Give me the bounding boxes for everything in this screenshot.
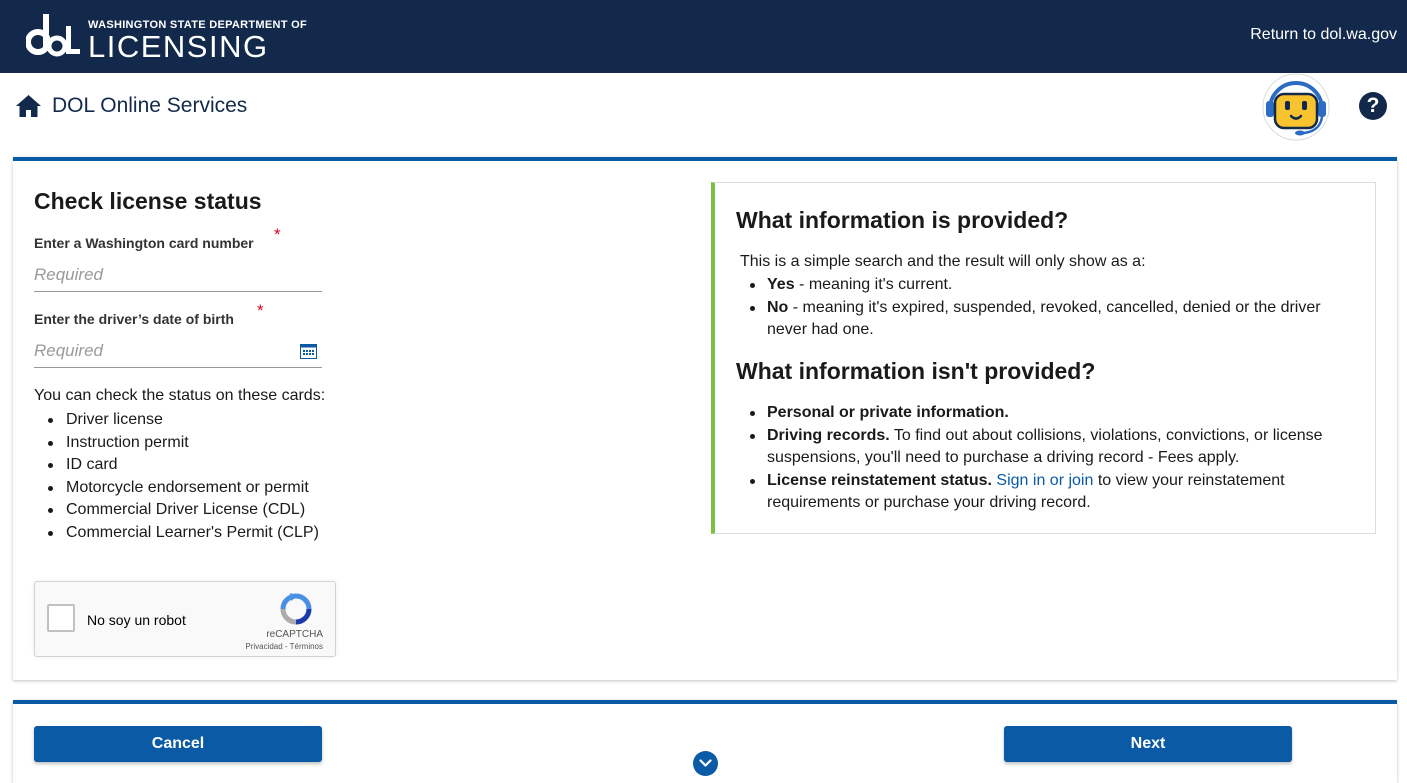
return-to-dol-link[interactable]: Return to dol.wa.gov [1250, 26, 1397, 44]
not-provided-heading: What information isn't provided? [736, 358, 1096, 384]
list-item: Commercial Learner's Permit (CLP) [48, 522, 319, 545]
info-panel: What information is provided? This is a … [711, 182, 1376, 534]
required-asterisk: * [257, 301, 264, 320]
item-bold: No [767, 298, 789, 316]
recaptcha-brand: reCAPTCHA [266, 629, 323, 640]
recaptcha-widget: No soy un robot reCAPTCHA Privacidad - T… [34, 581, 336, 657]
item-text: - meaning it's expired, suspended, revok… [767, 298, 1321, 339]
cards-list: Driver license Instruction permit ID car… [48, 409, 319, 545]
recaptcha-label: No soy un robot [87, 612, 186, 628]
card-number-input[interactable] [34, 258, 322, 292]
top-banner: WASHINGTON STATE DEPARTMENT OF LICENSING… [0, 0, 1407, 73]
list-item: Motorcycle endorsement or permit [48, 477, 319, 500]
item-bold: Yes [767, 276, 795, 293]
provided-list: Yes - meaning it's current. No - meaning… [750, 274, 1357, 342]
provided-heading: What information is provided? [736, 207, 1069, 233]
recaptcha-logo-icon [280, 593, 312, 625]
card-number-label: Enter a Washington card number [34, 235, 254, 251]
list-item: Personal or private information. [750, 402, 1357, 425]
help-glyph: ? [1366, 94, 1380, 117]
list-item: No - meaning it's expired, suspended, re… [750, 297, 1357, 342]
dol-logo-mark-icon [26, 14, 80, 57]
recaptcha-checkbox[interactable] [47, 604, 75, 632]
list-item: Instruction permit [48, 432, 319, 455]
cancel-button[interactable]: Cancel [34, 726, 322, 762]
home-link[interactable]: DOL Online Services [16, 94, 247, 118]
dob-input[interactable] [34, 334, 322, 368]
dob-label: Enter the driver’s date of birth [34, 311, 234, 327]
list-item: ID card [48, 454, 319, 477]
scroll-down-button[interactable] [693, 751, 718, 776]
cards-intro: You can check the status on these cards: [34, 387, 326, 404]
list-item: Commercial Driver License (CDL) [48, 499, 319, 522]
list-item: Driver license [48, 409, 319, 432]
sign-in-or-join-link[interactable]: Sign in or join [996, 472, 1093, 489]
logo-title: LICENSING [88, 29, 269, 64]
home-icon [16, 95, 41, 117]
chat-bot-icon[interactable] [1260, 73, 1332, 143]
item-text: - meaning it's current. [794, 276, 953, 293]
next-button[interactable]: Next [1004, 726, 1292, 762]
main-card: Check license status Enter a Washington … [13, 157, 1397, 680]
recaptcha-links[interactable]: Privacidad - Términos [245, 642, 323, 651]
subheader: DOL Online Services ? [0, 73, 1407, 157]
list-item: License reinstatement status. Sign in or… [750, 470, 1357, 515]
item-bold: Personal or private information. [767, 404, 1009, 421]
not-provided-list: Personal or private information. Driving… [750, 402, 1357, 515]
list-item: Driving records. To find out about colli… [750, 425, 1357, 470]
item-bold: Driving records. [767, 426, 890, 444]
footer-actions: Cancel Next [13, 700, 1397, 783]
chevron-down-icon [699, 759, 712, 767]
provided-intro: This is a simple search and the result w… [740, 253, 1146, 270]
form-title: Check license status [34, 188, 262, 214]
list-item: Yes - meaning it's current. [750, 274, 1357, 297]
page-title: DOL Online Services [52, 94, 248, 117]
required-asterisk: * [274, 225, 281, 244]
item-bold: License reinstatement status. [767, 471, 992, 489]
dol-logo[interactable]: WASHINGTON STATE DEPARTMENT OF LICENSING [26, 12, 307, 64]
calendar-icon[interactable] [300, 343, 317, 359]
help-icon[interactable]: ? [1359, 92, 1387, 120]
